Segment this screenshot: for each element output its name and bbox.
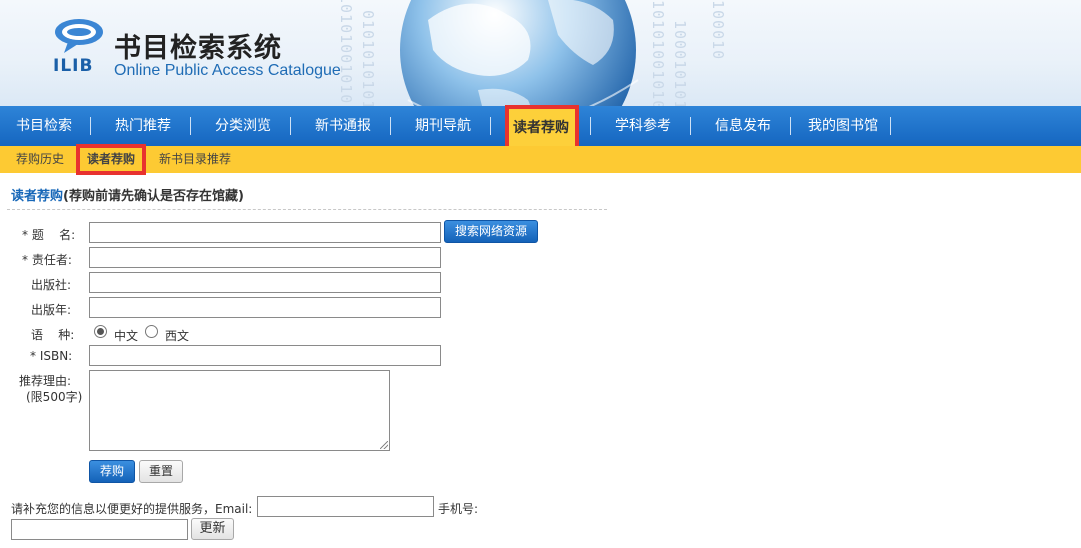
subnav-reader-recommend[interactable]: 读者荐购 <box>75 144 147 175</box>
publisher-label: 出版社: <box>31 278 72 292</box>
nav-item-reader-recommend[interactable]: 读者荐购 <box>505 105 579 152</box>
nav-item-info-publish[interactable]: 信息发布 <box>715 106 771 146</box>
phone-label: 手机号: <box>438 502 479 516</box>
nav-item-category-browse[interactable]: 分类浏览 <box>215 106 271 146</box>
phone-input[interactable] <box>11 519 188 540</box>
language-radio-chinese[interactable] <box>94 325 107 338</box>
page-title-note: (荐购前请先确认是否存在馆藏) <box>63 189 244 204</box>
nav-separator <box>390 117 391 135</box>
year-input[interactable] <box>89 297 441 318</box>
author-input[interactable] <box>89 247 441 268</box>
nav-item-my-library[interactable]: 我的图书馆 <box>808 106 878 146</box>
resize-handle-icon[interactable] <box>380 441 388 449</box>
reset-button[interactable]: 重置 <box>139 460 183 483</box>
nav-separator <box>490 117 491 135</box>
reason-textarea[interactable] <box>89 370 390 451</box>
nav-separator <box>690 117 691 135</box>
language-radio-western[interactable] <box>145 325 158 338</box>
binary-decoration: 100010 <box>709 0 727 61</box>
nav-separator <box>890 117 891 135</box>
language-option-western: 西文 <box>165 329 190 343</box>
search-web-resources-button[interactable]: 搜索网络资源 <box>444 220 538 243</box>
nav-item-catalog-search[interactable]: 书目检索 <box>16 106 72 146</box>
sub-nav: 荐购历史 读者荐购 新书目录推荐 <box>0 144 1081 175</box>
isbn-input[interactable] <box>89 345 441 366</box>
nav-item-hot-recommend[interactable]: 热门推荐 <box>115 106 171 146</box>
nav-separator <box>90 117 91 135</box>
binary-decoration: 10101001010 <box>649 0 667 106</box>
isbn-label: * ISBN: <box>30 349 73 363</box>
nav-separator <box>790 117 791 135</box>
header-banner: 10101001010 0101010101 10101001010 10001… <box>0 0 1081 106</box>
title-input[interactable] <box>89 222 441 243</box>
subnav-recommend-history[interactable]: 荐购历史 <box>16 146 64 173</box>
site-title: 书目检索系统 <box>114 33 282 64</box>
divider <box>7 209 607 210</box>
nav-item-subject-reference[interactable]: 学科参考 <box>615 106 671 146</box>
title-label: * 题 名: <box>22 228 76 242</box>
reason-label: 推荐理由: <box>19 374 72 388</box>
submit-recommend-button[interactable]: 荐购 <box>89 460 135 483</box>
contact-prompt: 请补充您的信息以便更好的提供服务，Email: <box>11 502 253 516</box>
year-label: 出版年: <box>31 303 72 317</box>
binary-decoration: 10101001010 <box>337 0 355 105</box>
speech-bubble-icon <box>55 19 103 53</box>
nav-separator <box>290 117 291 135</box>
site-subtitle: Online Public Access Catalogue <box>114 62 341 79</box>
nav-separator <box>590 117 591 135</box>
subnav-new-book-catalog[interactable]: 新书目录推荐 <box>159 146 231 173</box>
language-label: 语 种: <box>31 328 75 342</box>
globe-image <box>400 0 639 106</box>
publisher-input[interactable] <box>89 272 441 293</box>
page-title-link[interactable]: 读者荐购 <box>11 189 63 204</box>
nav-item-new-books[interactable]: 新书通报 <box>315 106 371 146</box>
logo-text: ILIB <box>53 56 94 76</box>
binary-decoration: 0101010101 <box>359 10 377 106</box>
update-button[interactable]: 更新 <box>191 518 234 540</box>
binary-decoration: 1000101010 <box>671 20 689 106</box>
author-label: * 责任者: <box>22 253 72 267</box>
email-input[interactable] <box>257 496 434 517</box>
nav-separator <box>190 117 191 135</box>
nav-item-journal-nav[interactable]: 期刊导航 <box>415 106 471 146</box>
reason-limit-label: (限500字) <box>26 390 83 404</box>
language-option-chinese: 中文 <box>114 329 139 343</box>
page-title: 读者荐购(荐购前请先确认是否存在馆藏) <box>11 185 244 204</box>
main-nav: 书目检索 热门推荐 分类浏览 新书通报 期刊导航 读者荐购 学科参考 信息发布 … <box>0 105 1081 152</box>
